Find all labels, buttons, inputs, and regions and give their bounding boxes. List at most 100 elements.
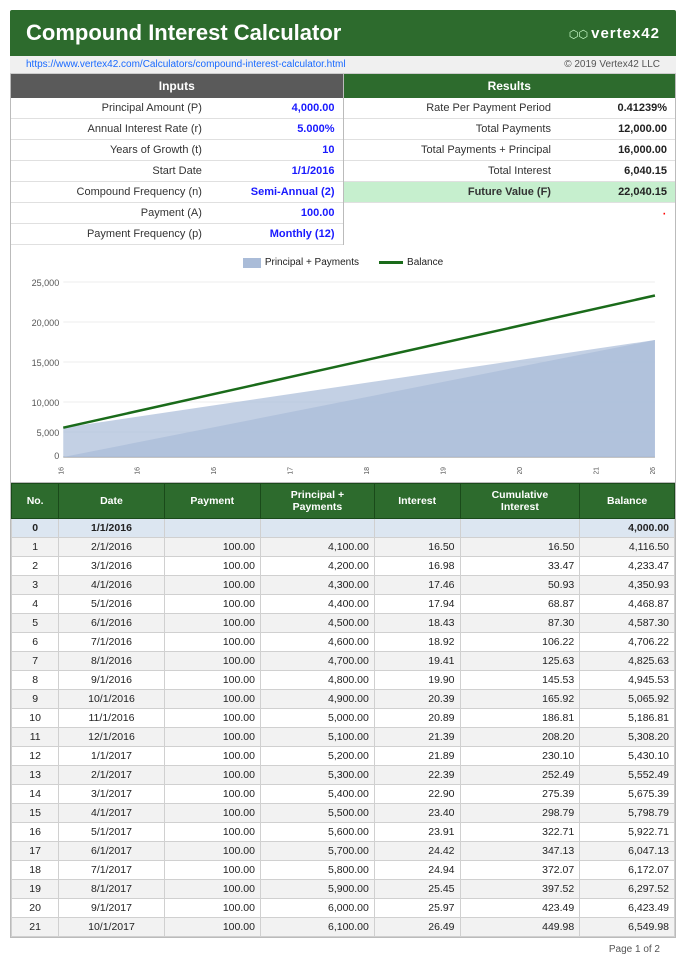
table-row: 17 6/1/2017 100.00 5,700.00 24.42 347.13… [12, 842, 675, 861]
cell-cum-interest: 322.71 [460, 823, 580, 842]
cell-date: 3/1/2017 [59, 785, 164, 804]
col-principal: Principal +Payments [260, 484, 374, 519]
input-row: Principal Amount (P) 4,000.00 [11, 98, 343, 119]
table-row: 4 5/1/2016 100.00 4,400.00 17.94 68.87 4… [12, 595, 675, 614]
result-value: 12,000.00 [559, 119, 675, 140]
svg-text:25,000: 25,000 [32, 278, 60, 288]
cell-cum-interest: 186.81 [460, 709, 580, 728]
legend-balance: Balance [379, 257, 443, 268]
col-no: No. [12, 484, 59, 519]
cell-cum-interest: 68.87 [460, 595, 580, 614]
result-label: Total Payments [344, 119, 559, 140]
cell-interest: 16.50 [374, 538, 460, 557]
cell-balance: 5,186.81 [580, 709, 675, 728]
col-date: Date [59, 484, 164, 519]
inputs-results-row: Inputs Principal Amount (P) 4,000.00Annu… [11, 74, 675, 245]
table-row: 9 10/1/2016 100.00 4,900.00 20.39 165.92… [12, 690, 675, 709]
svg-text:1/1/2026: 1/1/2026 [650, 467, 657, 474]
cell-payment: 100.00 [164, 709, 260, 728]
sub-header: https://www.vertex42.com/Calculators/com… [10, 56, 676, 74]
chart-section: Principal + Payments Balance 25,000 20,0… [11, 245, 675, 483]
table-row: 13 2/1/2017 100.00 5,300.00 22.39 252.49… [12, 766, 675, 785]
table-row: 15 4/1/2017 100.00 5,500.00 23.40 298.79… [12, 804, 675, 823]
cell-principal: 6,100.00 [260, 918, 374, 937]
legend-principal-label: Principal + Payments [265, 257, 359, 268]
cell-no: 5 [12, 614, 59, 633]
cell-no: 10 [12, 709, 59, 728]
cell-no: 8 [12, 671, 59, 690]
cell-cum-interest: 106.22 [460, 633, 580, 652]
cell-interest: 17.94 [374, 595, 460, 614]
table-row: 20 9/1/2017 100.00 6,000.00 25.97 423.49… [12, 899, 675, 918]
input-label: Compound Frequency (n) [11, 182, 210, 203]
cell-date: 4/1/2016 [59, 576, 164, 595]
cell-payment: 100.00 [164, 747, 260, 766]
cell-cum-interest [460, 519, 580, 538]
cell-payment: 100.00 [164, 671, 260, 690]
cell-cum-interest: 165.92 [460, 690, 580, 709]
cell-payment: 100.00 [164, 690, 260, 709]
input-value: 10 [210, 140, 343, 161]
cell-principal: 5,700.00 [260, 842, 374, 861]
input-label: Start Date [11, 161, 210, 182]
svg-text:5,000: 5,000 [37, 428, 60, 438]
cell-cum-interest: 397.52 [460, 880, 580, 899]
cell-payment: 100.00 [164, 880, 260, 899]
cell-cum-interest: 298.79 [460, 804, 580, 823]
table-row: 12 1/1/2017 100.00 5,200.00 21.89 230.10… [12, 747, 675, 766]
cell-principal: 6,000.00 [260, 899, 374, 918]
legend-principal: Principal + Payments [243, 257, 359, 268]
table-row: 3 4/1/2016 100.00 4,300.00 17.46 50.93 4… [12, 576, 675, 595]
result-row: Total Payments 12,000.00 [344, 119, 676, 140]
cell-date: 6/1/2016 [59, 614, 164, 633]
table-row: 2 3/1/2016 100.00 4,200.00 16.98 33.47 4… [12, 557, 675, 576]
cell-date: 11/1/2016 [59, 709, 164, 728]
legend-balance-label: Balance [407, 257, 443, 268]
table-row: 14 3/1/2017 100.00 5,400.00 22.90 275.39… [12, 785, 675, 804]
table-row: 6 7/1/2016 100.00 4,600.00 18.92 106.22 … [12, 633, 675, 652]
cell-cum-interest: 230.10 [460, 747, 580, 766]
cell-interest: 17.46 [374, 576, 460, 595]
cell-balance: 4,945.53 [580, 671, 675, 690]
cell-no: 9 [12, 690, 59, 709]
input-label: Payment Frequency (p) [11, 224, 210, 245]
cell-interest: 24.94 [374, 861, 460, 880]
cell-no: 21 [12, 918, 59, 937]
cell-balance: 4,587.30 [580, 614, 675, 633]
cell-principal: 5,600.00 [260, 823, 374, 842]
cell-cum-interest: 16.50 [460, 538, 580, 557]
cell-balance: 5,430.10 [580, 747, 675, 766]
col-payment: Payment [164, 484, 260, 519]
cell-interest: 16.98 [374, 557, 460, 576]
cell-no: 6 [12, 633, 59, 652]
cell-balance: 4,468.87 [580, 595, 675, 614]
input-row: Years of Growth (t) 10 [11, 140, 343, 161]
cell-cum-interest: 449.98 [460, 918, 580, 937]
page-number: Page 1 of 2 [609, 944, 660, 955]
cell-date: 4/1/2017 [59, 804, 164, 823]
table-row: 11 12/1/2016 100.00 5,100.00 21.39 208.2… [12, 728, 675, 747]
cell-principal: 5,500.00 [260, 804, 374, 823]
cell-interest: 20.89 [374, 709, 460, 728]
cell-cum-interest: 50.93 [460, 576, 580, 595]
svg-text:20,000: 20,000 [32, 318, 60, 328]
cell-payment [164, 519, 260, 538]
cell-payment: 100.00 [164, 728, 260, 747]
cell-payment: 100.00 [164, 766, 260, 785]
cell-payment: 100.00 [164, 633, 260, 652]
url-link[interactable]: https://www.vertex42.com/Calculators/com… [26, 59, 346, 70]
table-row: 5 6/1/2016 100.00 4,500.00 18.43 87.30 4… [12, 614, 675, 633]
copyright: © 2019 Vertex42 LLC [564, 59, 660, 70]
cell-principal [260, 519, 374, 538]
data-table: No. Date Payment Principal +Payments Int… [11, 483, 675, 937]
input-value: 4,000.00 [210, 98, 343, 119]
result-row: Total Payments + Principal 16,000.00 [344, 140, 676, 161]
cell-principal: 4,200.00 [260, 557, 374, 576]
input-row: Compound Frequency (n) Semi-Annual (2) [11, 182, 343, 203]
cell-no: 3 [12, 576, 59, 595]
cell-no: 18 [12, 861, 59, 880]
inputs-section: Inputs Principal Amount (P) 4,000.00Annu… [11, 74, 344, 245]
page-title: Compound Interest Calculator [26, 20, 341, 46]
cell-balance: 5,065.92 [580, 690, 675, 709]
svg-text:1/1/2016: 1/1/2016 [58, 467, 65, 474]
